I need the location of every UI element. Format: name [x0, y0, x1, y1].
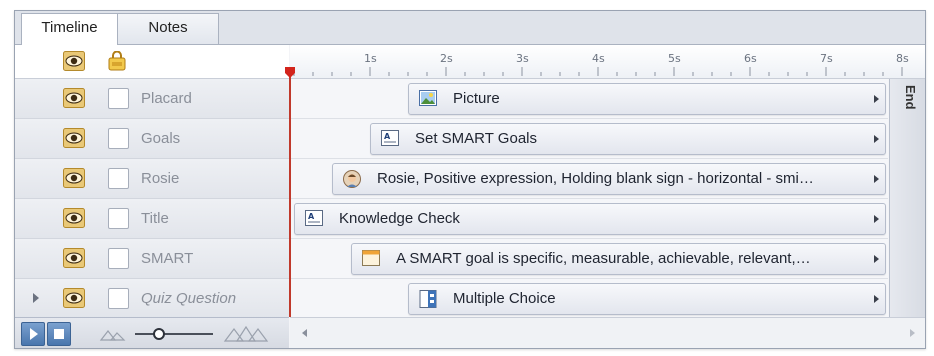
text-caption-icon: A [381, 130, 399, 146]
show-all-eye-icon[interactable] [63, 51, 85, 71]
ruler-label: 7s [820, 52, 833, 65]
object-label: Picture [453, 90, 500, 107]
ruler-label: 8s [896, 52, 909, 65]
visibility-eye-icon[interactable] [63, 168, 85, 188]
zoom-in-icon[interactable] [223, 324, 269, 342]
scroll-left-icon[interactable] [302, 329, 307, 337]
layer-header [15, 45, 289, 79]
tab-notes[interactable]: Notes [117, 13, 219, 44]
layer-cell[interactable]: Goals [15, 119, 289, 159]
visibility-eye-icon[interactable] [63, 128, 85, 148]
ruler-label: 5s [668, 52, 681, 65]
layer-name: Goals [141, 130, 181, 147]
ruler-label: 2s [440, 52, 453, 65]
layer-name: Title [141, 210, 169, 227]
end-marker-column[interactable]: End [889, 79, 925, 317]
ruler-label: 1s [364, 52, 377, 65]
timeline-track[interactable]: Rosie, Positive expression, Holding blan… [290, 159, 888, 199]
character-icon [343, 170, 361, 188]
ruler-ticks: 1s 2s 3s 4s 5s 6s 7s 8s [293, 52, 909, 76]
visibility-eye-icon[interactable] [63, 248, 85, 268]
ruler-label: 4s [592, 52, 605, 65]
expand-right-icon[interactable] [874, 175, 879, 183]
timeline-row[interactable]: Placard Picture [15, 79, 925, 119]
tab-timeline[interactable]: Timeline [21, 13, 118, 46]
timeline-row[interactable]: Title A Knowledge Check [15, 199, 925, 239]
layer-cell[interactable]: Title [15, 199, 289, 239]
timeline-track[interactable]: Picture [290, 79, 888, 119]
visibility-eye-icon[interactable] [63, 288, 85, 308]
timeline-row[interactable]: SMART A SMART goal is specific, measurabl… [15, 239, 925, 279]
svg-text:A: A [384, 132, 391, 141]
play-button[interactable] [21, 322, 45, 346]
object-label: Set SMART Goals [415, 130, 537, 147]
timeline-object-bar[interactable]: Picture [408, 83, 886, 115]
zoom-out-icon[interactable] [99, 327, 127, 341]
visibility-eye-icon[interactable] [63, 88, 85, 108]
play-icon [30, 328, 38, 340]
expand-right-icon[interactable] [874, 95, 879, 103]
layer-cell[interactable]: Placard [15, 79, 289, 119]
svg-text:A: A [308, 212, 315, 221]
timeline-object-bar[interactable]: Multiple Choice [408, 283, 886, 315]
lock-checkbox[interactable] [108, 128, 129, 149]
layer-name: Placard [141, 90, 192, 107]
layer-cell[interactable]: Rosie [15, 159, 289, 199]
lock-all-icon[interactable] [108, 51, 126, 71]
layer-name: SMART [141, 250, 194, 267]
tab-bar: Timeline Notes [15, 11, 925, 46]
lock-checkbox[interactable] [108, 288, 129, 309]
shape-icon [362, 250, 380, 266]
text-caption-icon: A [305, 210, 323, 226]
layer-cell[interactable]: Quiz Question [15, 279, 289, 319]
scroll-right-icon[interactable] [910, 329, 915, 337]
expand-right-icon[interactable] [874, 215, 879, 223]
horizontal-scrollbar[interactable] [290, 317, 925, 348]
visibility-eye-icon[interactable] [63, 208, 85, 228]
lock-checkbox[interactable] [108, 248, 129, 269]
timeline-track[interactable]: A Knowledge Check [290, 199, 888, 239]
timeline-object-bar[interactable]: A Knowledge Check [294, 203, 886, 235]
layer-name: Quiz Question [141, 290, 237, 307]
lock-checkbox[interactable] [108, 88, 129, 109]
ruler-label: 3s [516, 52, 529, 65]
object-label: Multiple Choice [453, 290, 556, 307]
timeline-row[interactable]: Rosie Rosie, Positive expression, Holding… [15, 159, 925, 199]
expand-right-icon[interactable] [874, 135, 879, 143]
timeline-track[interactable]: A Set SMART Goals [290, 119, 888, 159]
timeline-track[interactable]: Multiple Choice [290, 279, 888, 319]
timeline-panel: Timeline Notes 1s 2s 3s 4s 5s 6s 7s 8s Placard P… [14, 10, 926, 349]
timeline-object-bar[interactable]: Rosie, Positive expression, Holding blan… [332, 163, 886, 195]
quiz-icon [419, 290, 437, 308]
timeline-row[interactable]: Quiz Question Multiple Choice [15, 279, 925, 319]
time-ruler[interactable]: 1s 2s 3s 4s 5s 6s 7s 8s [290, 45, 925, 79]
stop-icon [54, 329, 64, 339]
end-label: End [903, 85, 918, 110]
object-label: Knowledge Check [339, 210, 460, 227]
timeline-track[interactable]: A SMART goal is specific, measurable, ac… [290, 239, 888, 279]
expand-right-icon[interactable] [874, 255, 879, 263]
playback-controls [15, 317, 289, 348]
playhead-line[interactable] [289, 69, 291, 317]
timeline-row[interactable]: Goals A Set SMART Goals [15, 119, 925, 159]
layer-cell[interactable]: SMART [15, 239, 289, 279]
object-label: Rosie, Positive expression, Holding blan… [377, 170, 814, 187]
object-label: A SMART goal is specific, measurable, ac… [396, 250, 811, 267]
lock-checkbox[interactable] [108, 208, 129, 229]
expand-arrow-icon[interactable] [33, 293, 39, 303]
ruler-label: 6s [744, 52, 757, 65]
layer-name: Rosie [141, 170, 180, 187]
stop-button[interactable] [47, 322, 71, 346]
picture-icon [419, 90, 437, 106]
timeline-object-bar[interactable]: A Set SMART Goals [370, 123, 886, 155]
lock-checkbox[interactable] [108, 168, 129, 189]
zoom-slider[interactable] [133, 324, 215, 344]
timeline-object-bar[interactable]: A SMART goal is specific, measurable, ac… [351, 243, 886, 275]
expand-right-icon[interactable] [874, 295, 879, 303]
